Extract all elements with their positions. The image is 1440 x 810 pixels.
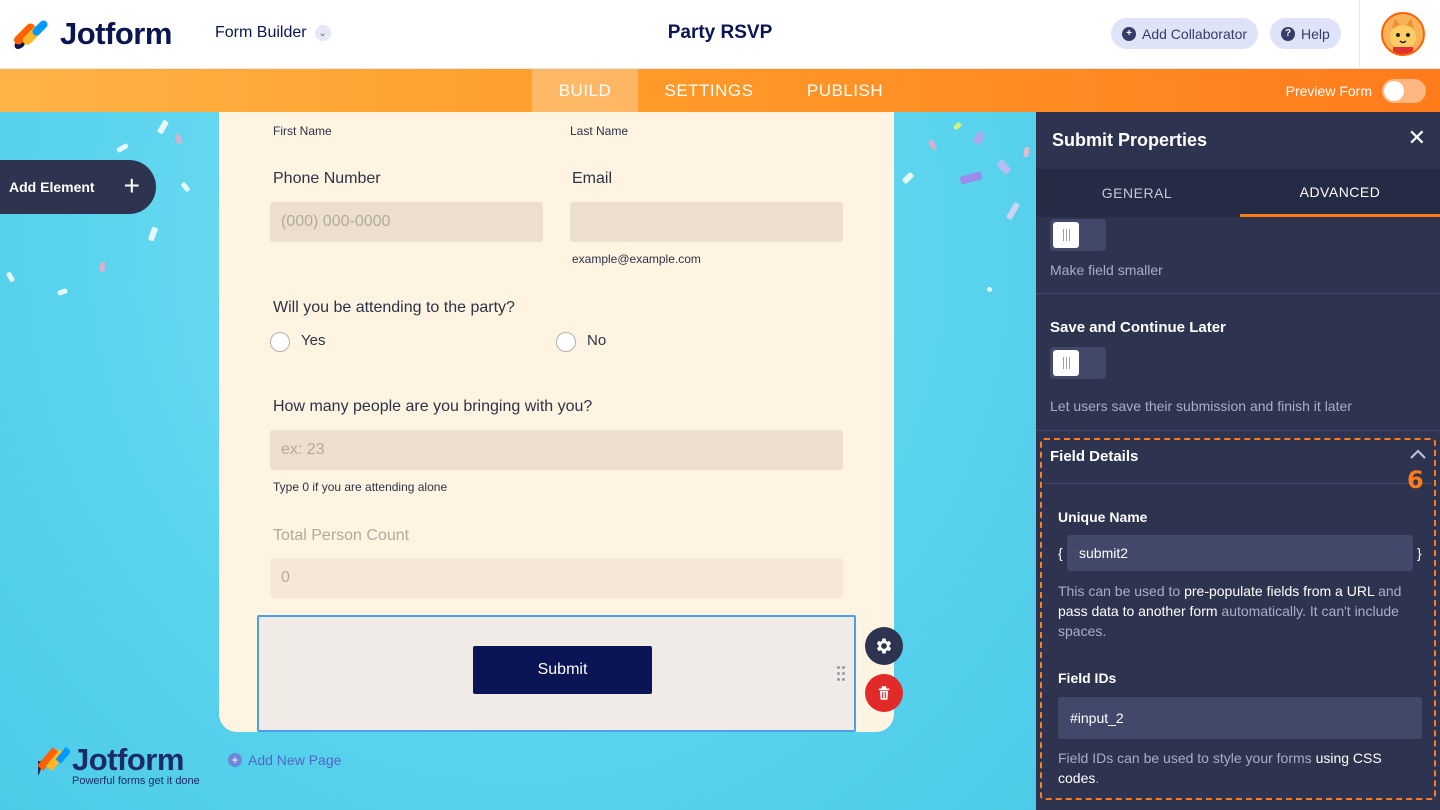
jotform-logo-icon: [12, 18, 50, 49]
submit-button[interactable]: Submit: [473, 646, 652, 694]
total-person-label: Total Person Count: [273, 527, 410, 544]
chevron-down-icon: ⌄: [314, 25, 331, 41]
add-collaborator-label: Add Collaborator: [1142, 25, 1248, 42]
field-details-highlight: [1040, 438, 1436, 800]
phone-label: Phone Number: [273, 170, 381, 187]
question-icon: ?: [1281, 26, 1295, 41]
plus-circle-icon: +: [228, 753, 242, 767]
form-card: First Name Last Name Phone Number (000) …: [219, 112, 894, 732]
preview-form-label: Preview Form: [1285, 83, 1372, 99]
make-smaller-toggle[interactable]: [1050, 219, 1106, 251]
delete-field-button[interactable]: [865, 674, 903, 712]
panel-title: Submit Properties: [1052, 130, 1208, 150]
close-icon[interactable]: ✕: [1408, 127, 1426, 149]
tab-build[interactable]: BUILD: [532, 69, 638, 112]
preview-form-toggle[interactable]: [1382, 79, 1426, 103]
submit-field-selected[interactable]: Submit: [257, 615, 856, 732]
last-name-label: Last Name: [570, 124, 629, 138]
drag-handle-icon[interactable]: [837, 666, 847, 684]
email-input[interactable]: [570, 202, 843, 242]
save-continue-toggle[interactable]: [1050, 347, 1106, 379]
first-name-label: First Name: [273, 124, 332, 138]
radio-no-label: No: [587, 332, 607, 349]
form-builder-label: Form Builder: [215, 24, 307, 41]
phone-input[interactable]: (000) 000-0000: [270, 202, 543, 242]
builder-nav: BUILD SETTINGS PUBLISH Preview Form: [0, 69, 1440, 112]
radio-yes[interactable]: [270, 332, 290, 352]
brand-name: Jotform: [60, 16, 172, 51]
make-smaller-desc: Make field smaller: [1050, 262, 1163, 278]
step-badge: 6: [1407, 466, 1424, 494]
add-element-label: Add Element: [9, 179, 95, 195]
bottom-brand-logo: Jotform Powerful forms get it done: [38, 742, 200, 787]
email-label: Email: [572, 170, 613, 187]
people-question: How many people are you bringing with yo…: [273, 398, 593, 415]
bottom-brand-name: Jotform: [72, 742, 184, 777]
tab-general[interactable]: GENERAL: [1036, 169, 1238, 217]
add-element-button[interactable]: Add Element +: [0, 160, 156, 214]
email-hint: example@example.com: [572, 252, 701, 266]
section-divider: [1036, 430, 1440, 431]
field-settings-button[interactable]: [865, 627, 903, 665]
top-header: Jotform Form Builder ⌄ Party RSVP + Add …: [0, 0, 1440, 69]
add-user-icon: +: [1122, 26, 1136, 41]
add-new-page-button[interactable]: + Add New Page: [228, 752, 341, 768]
people-hint: Type 0 if you are attending alone: [273, 480, 448, 494]
add-collaborator-button[interactable]: + Add Collaborator: [1111, 18, 1259, 49]
tab-settings[interactable]: SETTINGS: [650, 69, 768, 112]
bottom-brand-tagline: Powerful forms get it done: [72, 775, 200, 787]
save-continue-desc: Let users save their submission and fini…: [1050, 398, 1352, 414]
people-input[interactable]: ex: 23: [270, 430, 843, 470]
help-button[interactable]: ? Help: [1270, 18, 1341, 49]
add-new-page-label: Add New Page: [248, 752, 342, 768]
chevron-up-icon[interactable]: [1410, 449, 1426, 459]
jotform-logo[interactable]: Jotform: [12, 16, 172, 52]
save-continue-title: Save and Continue Later: [1050, 319, 1226, 336]
tab-advanced[interactable]: ADVANCED: [1240, 169, 1440, 217]
avatar[interactable]: [1381, 12, 1425, 56]
form-builder-menu[interactable]: Form Builder ⌄: [215, 24, 331, 42]
cat-avatar-icon: [1383, 14, 1423, 54]
help-label: Help: [1301, 25, 1330, 42]
gear-icon: [876, 638, 892, 654]
panel-header: Submit Properties ✕: [1036, 112, 1440, 169]
radio-yes-label: Yes: [301, 332, 326, 349]
radio-no[interactable]: [556, 332, 576, 352]
header-divider: [1359, 0, 1360, 68]
section-divider: [1036, 293, 1440, 294]
attending-question: Will you be attending to the party?: [273, 299, 515, 316]
tab-publish[interactable]: PUBLISH: [790, 69, 900, 112]
plus-icon: +: [123, 170, 140, 201]
trash-icon: [878, 686, 890, 700]
total-person-input[interactable]: 0: [270, 558, 843, 598]
jotform-logo-icon: [38, 747, 70, 775]
panel-tabs: GENERAL ADVANCED: [1036, 169, 1440, 217]
preview-form: Preview Form: [1286, 79, 1426, 103]
